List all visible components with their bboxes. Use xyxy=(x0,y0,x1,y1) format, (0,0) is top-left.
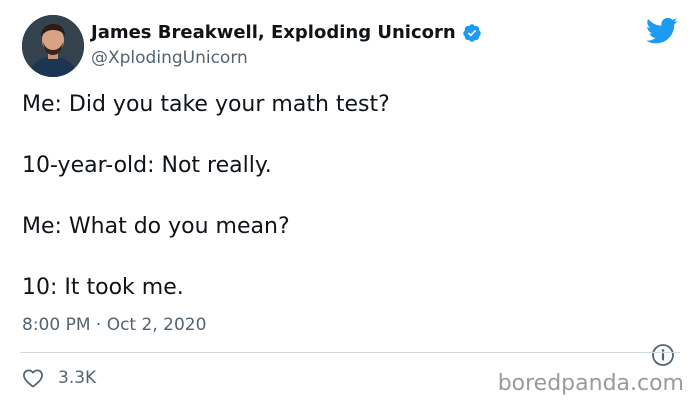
verified-badge-icon xyxy=(462,23,482,43)
avatar-image xyxy=(22,15,84,77)
display-name[interactable]: James Breakwell, Exploding Unicorn xyxy=(91,22,456,43)
heart-icon[interactable] xyxy=(22,368,44,388)
tweet-line: 10: It took me. xyxy=(22,275,184,300)
like-action[interactable]: 3.3K xyxy=(22,368,96,388)
tweet-timestamp[interactable]: 8:00 PM · Oct 2, 2020 xyxy=(22,315,206,335)
twitter-bird-icon[interactable] xyxy=(645,17,678,45)
tweet-line: Me: Did you take your math test? xyxy=(22,92,390,117)
avatar[interactable] xyxy=(22,15,84,77)
tweet-line: 10-year-old: Not really. xyxy=(22,153,272,178)
tweet-card: James Breakwell, Exploding Unicorn @Xplo… xyxy=(0,0,700,406)
watermark: boredpanda.com xyxy=(497,371,684,396)
author-name-row: James Breakwell, Exploding Unicorn xyxy=(91,22,482,43)
tweet-line: Me: What do you mean? xyxy=(22,214,290,239)
info-icon[interactable] xyxy=(651,343,675,367)
like-count: 3.3K xyxy=(58,368,97,388)
author-handle[interactable]: @XplodingUnicorn xyxy=(91,48,248,68)
divider xyxy=(20,352,680,353)
